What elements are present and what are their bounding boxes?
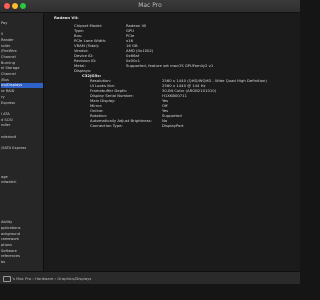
sidebar-item[interactable] — [1, 158, 43, 163]
sidebar-item[interactable]: Express — [1, 101, 43, 106]
details-pane: Radeon VII: Chipset Model: Radeon VII Type… — [44, 13, 300, 271]
sidebar-item[interactable]: Burning — [1, 61, 43, 66]
sidebar-item[interactable]: /SATA Express — [1, 146, 43, 151]
sidebar-item[interactable] — [1, 169, 43, 174]
path-bar: 's Mac Pro › Hardware › Graphics/Display… — [0, 271, 300, 284]
sidebar-item[interactable]: references — [1, 254, 43, 259]
sidebar-item[interactable]: ackground — [1, 232, 43, 237]
sidebar-item[interactable] — [1, 129, 43, 134]
sidebar-item[interactable] — [1, 26, 43, 31]
sidebar-item[interactable] — [1, 192, 43, 197]
detail-label: Connection Type: — [90, 123, 123, 128]
window-title: Mac Pro — [138, 2, 162, 9]
sidebar-item[interactable]: roller — [1, 44, 43, 49]
sidebar-item[interactable]: pplications — [1, 226, 43, 231]
sidebar-item[interactable]: re RAID — [1, 89, 43, 94]
sidebar-item[interactable] — [1, 186, 43, 191]
sidebar-item[interactable]: Pay — [1, 21, 43, 26]
sidebar-item[interactable] — [1, 152, 43, 157]
sidebar-item[interactable]: ll — [1, 32, 43, 37]
detail-value: Supported, feature set macOS GPUFamily2 … — [126, 63, 214, 68]
sidebar-item[interactable]: el Storage — [1, 66, 43, 71]
sidebar-item[interactable]: Channel — [1, 72, 43, 77]
sidebar-item[interactable] — [1, 140, 43, 145]
sidebar-item[interactable]: Channel — [1, 55, 43, 60]
sidebar-item[interactable] — [1, 163, 43, 168]
sidebar-item[interactable] — [1, 106, 43, 111]
computer-icon — [3, 276, 11, 282]
sidebar-item[interactable]: /Bus — [1, 78, 43, 83]
sidebar-item[interactable] — [1, 15, 43, 20]
sidebar-item[interactable]: ramework — [1, 237, 43, 242]
sidebar-item[interactable]: ry — [1, 95, 43, 100]
sidebar-item[interactable] — [1, 203, 43, 208]
sidebar-item[interactable]: roller — [1, 123, 43, 128]
sidebar-item[interactable]: ptions — [1, 243, 43, 248]
sidebar-item[interactable]: nderbolt — [1, 135, 43, 140]
sidebar-item[interactable]: Reader — [1, 38, 43, 43]
system-information-window: Mac Pro Pay ll Reader roller/FireWire Channe… — [0, 0, 300, 284]
sidebar-item[interactable] — [1, 197, 43, 202]
detail-value: DisplayPort — [162, 123, 184, 128]
sidebar-item[interactable]: ics/Displays — [1, 83, 43, 89]
sidebar-item[interactable]: ndwatch — [1, 180, 43, 185]
sidebar-item[interactable]: d SCSI — [1, 118, 43, 123]
sidebar[interactable]: Pay ll Reader roller/FireWire Channel Burning… — [0, 13, 44, 271]
sidebar-item[interactable] — [1, 215, 43, 220]
sidebar-item[interactable] — [1, 209, 43, 214]
sidebar-item[interactable]: Ability — [1, 220, 43, 225]
sidebar-item[interactable]: Software — [1, 249, 43, 254]
device-heading: Radeon VII: — [54, 15, 79, 20]
sidebar-item[interactable]: l ATA — [1, 112, 43, 117]
sidebar-item[interactable]: age — [1, 175, 43, 180]
title-bar[interactable]: Mac Pro — [0, 0, 300, 13]
sidebar-item[interactable]: /FireWire — [1, 49, 43, 54]
sidebar-item[interactable]: bs — [1, 260, 43, 265]
path-text[interactable]: 's Mac Pro › Hardware › Graphics/Display… — [12, 276, 91, 281]
